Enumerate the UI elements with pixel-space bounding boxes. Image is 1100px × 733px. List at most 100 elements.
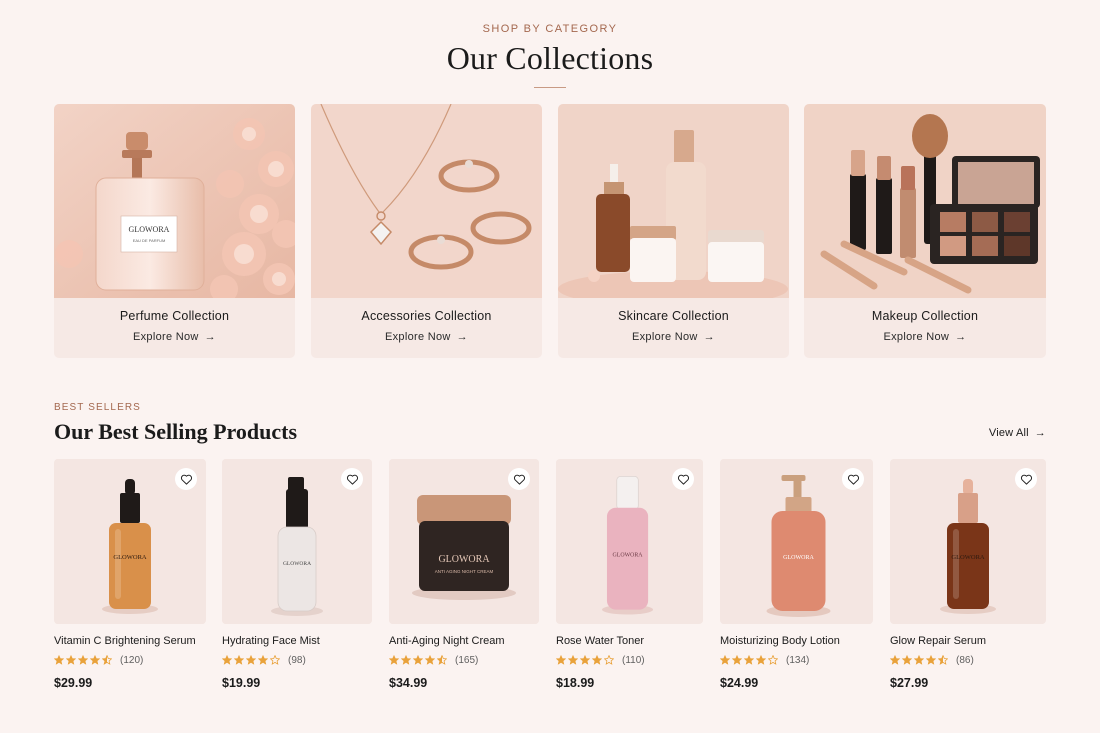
product-name[interactable]: Rose Water Toner [556,635,703,647]
star-icon [914,655,924,665]
wishlist-button[interactable] [842,468,864,490]
product-card[interactable]: GLOWORA Hydrating Face Mist (98) $19.99 [222,459,372,690]
review-count: (110) [622,654,645,666]
arrow-right-icon: → [456,331,468,343]
category-card-makeup[interactable]: Makeup Collection Explore Now → [804,104,1046,358]
svg-text:EAU DE PARFUM: EAU DE PARFUM [133,238,166,243]
review-count: (120) [120,654,144,666]
svg-text:GLOWORA: GLOWORA [129,225,170,234]
svg-text:GLOWORA: GLOWORA [951,554,985,561]
product-name[interactable]: Glow Repair Serum [890,635,1046,647]
best-sellers-title: Our Best Selling Products [54,419,298,444]
category-card-accessories[interactable]: Accessories Collection Explore Now → [311,104,542,358]
star-icon [425,655,435,665]
perfume-collection-image: GLOWORA EAU DE PARFUM [54,104,295,298]
svg-text:GLOWORA: GLOWORA [613,553,644,559]
product-price: $27.99 [890,676,929,690]
product-image-wrapper[interactable]: GLOWORA [890,459,1046,624]
product-rating: (120) [54,654,206,666]
heart-icon [677,474,689,485]
star-icon [926,655,936,665]
svg-text:GLOWORA: GLOWORA [438,554,490,565]
product-image-wrapper[interactable]: GLOWORA [54,459,206,624]
product-name[interactable]: Vitamin C Brightening Serum [54,635,206,647]
wishlist-button[interactable] [1015,468,1037,490]
best-sellers-eyebrow: BEST SELLERS [54,402,141,413]
product-card[interactable]: GLOWORA Moisturizing Body Lotion (134) $… [720,459,873,690]
product-price: $29.99 [54,676,93,690]
product-image-wrapper[interactable]: GLOWORA [556,459,703,624]
accessories-collection-image [311,104,542,298]
skincare-collection-image [558,104,789,298]
star-icon [102,655,112,665]
explore-now-link[interactable]: Explore Now → [558,331,789,343]
product-rating: (110) [556,654,703,666]
view-all-link[interactable]: View All → [989,427,1046,439]
star-icon [604,655,614,665]
heart-icon [180,474,192,485]
wishlist-button[interactable] [672,468,694,490]
arrow-right-icon: → [1034,427,1046,439]
star-icon [890,655,900,665]
star-icon [744,655,754,665]
product-rating: (86) [890,654,1046,666]
collections-eyebrow: SHOP BY CATEGORY [482,23,618,35]
category-name: Accessories Collection [361,309,492,323]
product-image-wrapper[interactable]: GLOWORA ANTI AGING NIGHT CREAM [389,459,539,624]
product-rating: (165) [389,654,539,666]
product-card[interactable]: GLOWORA ANTI AGING NIGHT CREAM Anti-Agin… [389,459,539,690]
product-price: $18.99 [556,676,595,690]
star-icon [413,655,423,665]
product-price: $19.99 [222,676,261,690]
category-name: Perfume Collection [119,309,230,323]
product-rating: (134) [720,654,873,666]
heart-icon [847,474,859,485]
product-rating: (98) [222,654,372,666]
star-icon [720,655,730,665]
wishlist-button[interactable] [508,468,530,490]
collections-title: Our Collections [446,40,654,76]
review-count: (98) [288,654,306,666]
product-name[interactable]: Moisturizing Body Lotion [720,635,873,647]
star-rating [54,655,112,665]
makeup-collection-image [804,104,1046,298]
review-count: (134) [786,654,810,666]
star-icon [938,655,948,665]
star-icon [234,655,244,665]
product-price: $34.99 [389,676,428,690]
arrow-right-icon: → [703,331,715,343]
product-price: $24.99 [720,676,759,690]
star-icon [258,655,268,665]
category-name: Makeup Collection [871,309,979,323]
product-card[interactable]: GLOWORA Vitamin C Brightening Serum (120… [54,459,206,690]
explore-now-link[interactable]: Explore Now → [54,331,295,343]
star-icon [556,655,566,665]
star-icon [90,655,100,665]
product-card[interactable]: GLOWORA Rose Water Toner (110) $18.99 [556,459,703,690]
arrow-right-icon: → [955,331,967,343]
star-icon [401,655,411,665]
category-name: Skincare Collection [618,309,729,323]
product-name[interactable]: Anti-Aging Night Cream [389,635,539,647]
explore-now-link[interactable]: Explore Now → [311,331,542,343]
category-card-skincare[interactable]: Skincare Collection Explore Now → [558,104,789,358]
star-rating [222,655,280,665]
star-icon [580,655,590,665]
star-icon [437,655,447,665]
star-icon [568,655,578,665]
wishlist-button[interactable] [341,468,363,490]
review-count: (86) [956,654,974,666]
category-card-perfume[interactable]: GLOWORA EAU DE PARFUM Perfume Collection… [54,104,295,358]
wishlist-button[interactable] [175,468,197,490]
star-icon [246,655,256,665]
product-image-wrapper[interactable]: GLOWORA [720,459,873,624]
heart-icon [346,474,358,485]
star-icon [592,655,602,665]
star-rating [556,655,614,665]
heart-icon [513,474,525,485]
product-card[interactable]: GLOWORA Glow Repair Serum (86) $27.99 [890,459,1046,690]
star-rating [389,655,447,665]
product-image-wrapper[interactable]: GLOWORA [222,459,372,624]
explore-now-link[interactable]: Explore Now → [804,331,1046,343]
product-name[interactable]: Hydrating Face Mist [222,635,372,647]
